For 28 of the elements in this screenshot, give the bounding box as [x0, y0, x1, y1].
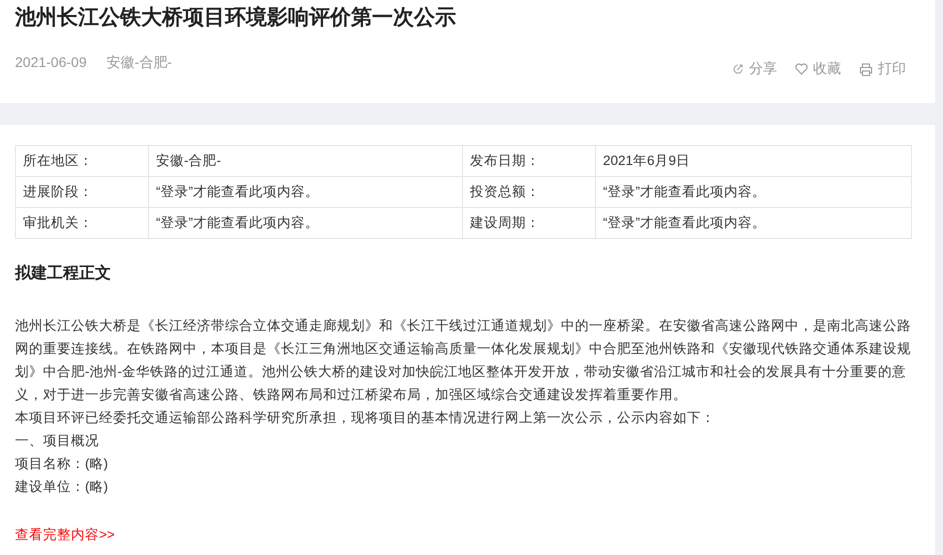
field-label: 所在地区：	[16, 146, 148, 176]
view-full-link[interactable]: 查看完整内容>>	[15, 526, 115, 544]
region-text: 安徽-合肥-	[106, 54, 172, 72]
body-paragraph: 一、项目概况	[15, 432, 100, 450]
body-paragraph: 建设单位：(略)	[15, 478, 109, 496]
field-label: 审批机关：	[16, 208, 148, 238]
publish-date: 2021-06-09	[15, 54, 87, 70]
field-label: 建设周期：	[462, 208, 596, 238]
body-paragraph: 池州长江公铁大桥是《长江经济带综合立体交通走廊规划》和《长江干线过江通道规划》中的一座桥梁。在安徽省高速公路网中，是南北高速公路网的重要连接线。在铁路网中，本项目是《长江三角洲地区交通运输高质量一体化发展规划》中合肥至池州铁路和《安徽现代铁路交通体系建设规划》中合肥-池州-金华铁路的过江通道。池州公铁大桥的建设对加快皖江地区整体开发开放，带动安徽省沿江城市和社会的发展具有十分重要的意义，对于进一步完善安徽省高速公路、铁路网布局和过江桥梁布局，加强区域综合交通建设发挥着重要作用。	[15, 317, 912, 404]
field-value: “登录”才能查看此项内容。	[148, 176, 462, 208]
favorite-button[interactable]: 收藏	[795, 60, 841, 78]
share-button[interactable]: 分享	[732, 60, 777, 78]
body-paragraph: 项目名称：(略)	[15, 455, 109, 473]
field-value: “登录”才能查看此项内容。	[596, 208, 912, 238]
field-value: “登录”才能查看此项内容。	[148, 208, 462, 238]
field-value: 安徽-合肥-	[148, 146, 462, 176]
page-title: 池州长江公铁大桥项目环境影响评价第一次公示	[15, 4, 457, 31]
body-paragraph: 本项目环评已经委托交通运输部公路科学研究所承担，现将项目的基本情况进行网上第一次公示，公示内容如下：	[15, 409, 716, 427]
field-value: 2021年6月9日	[596, 146, 912, 176]
field-label: 投资总额：	[462, 176, 596, 208]
field-label: 发布日期：	[462, 146, 596, 176]
share-icon	[732, 63, 744, 75]
print-button[interactable]: 打印	[859, 60, 906, 78]
printer-icon	[859, 62, 873, 76]
heart-icon	[795, 63, 808, 75]
field-label: 进展阶段：	[16, 176, 148, 208]
section-heading: 拟建工程正文	[15, 263, 112, 284]
field-value: “登录”才能查看此项内容。	[596, 176, 912, 208]
